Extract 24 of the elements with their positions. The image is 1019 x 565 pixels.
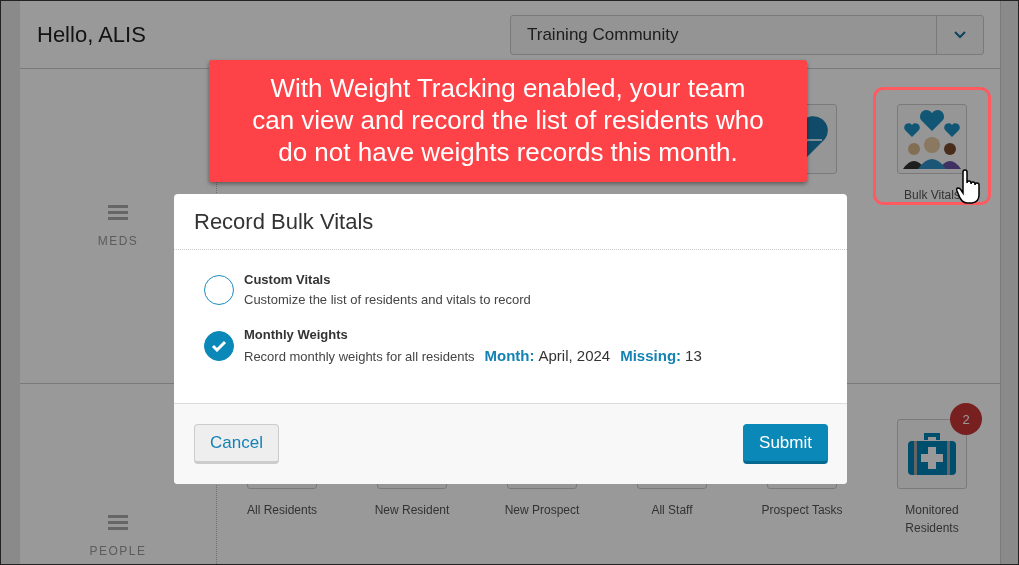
detail-label: Missing: [620, 347, 682, 364]
detail-label: Month: [484, 347, 535, 364]
cancel-button[interactable]: Cancel [194, 424, 279, 464]
community-select[interactable]: Training Community [510, 14, 984, 55]
dialog-title: Record Bulk Vitals [194, 208, 374, 235]
option-title: Custom Vitals [244, 272, 332, 287]
tile-label: Bulk Vitals [903, 187, 961, 204]
option-title: Monthly Weights [244, 327, 349, 342]
section-label: MEDS [97, 234, 139, 248]
tile-label: All Staff [650, 502, 694, 519]
tile-label: Prospect Tasks [760, 502, 844, 519]
tile-label: Monitored Residents [904, 502, 960, 537]
callout-tooltip: With Weight Tracking enabled, your team can view and record the list of residents who do not have weights records this month. [209, 60, 807, 182]
detail-value: 13 [685, 347, 702, 364]
option-description: Customize the list of residents and vitals to record [244, 292, 531, 307]
tile-label: New Resident [373, 502, 451, 519]
tile-label: New Prospect [503, 502, 581, 519]
section-label: PEOPLE [89, 544, 147, 558]
tile-label: All Residents [246, 502, 318, 519]
detail-value: April, 2024 [538, 347, 611, 364]
greeting-text: Hello, ALIS [37, 21, 146, 48]
count-badge: 2 [950, 403, 982, 435]
option-description: Record monthly weights for all residents [244, 349, 475, 364]
submit-button[interactable]: Submit [743, 424, 828, 464]
